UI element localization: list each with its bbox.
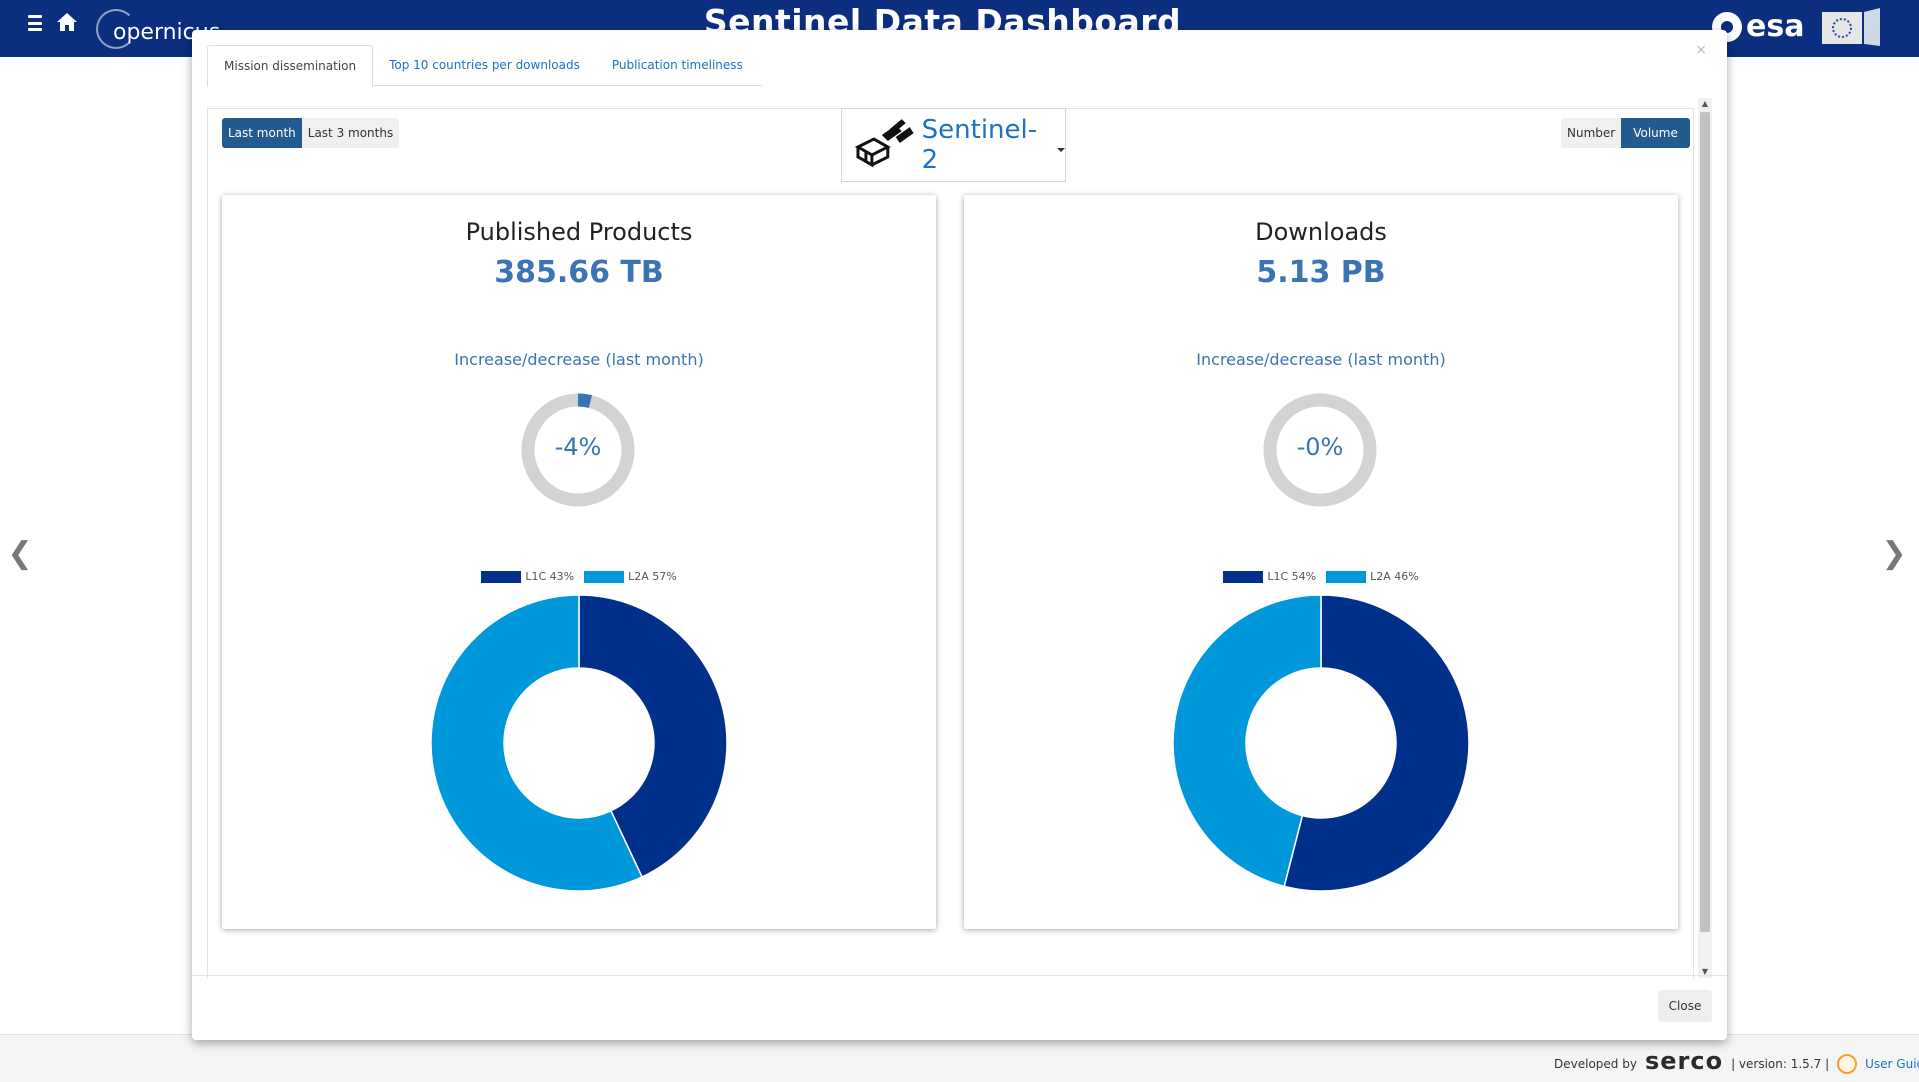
user-guide-icon[interactable] xyxy=(1837,1054,1858,1074)
chevron-down-icon xyxy=(1057,148,1065,152)
downloads-card: Downloads 5.13 PB Increase/decrease (las… xyxy=(964,195,1678,929)
last-month-button[interactable]: Last month xyxy=(222,118,302,148)
legend-item-l1c[interactable]: L1C 43% xyxy=(481,570,574,583)
change-value: -4% xyxy=(554,433,602,461)
scroll-up-icon[interactable]: ▲ xyxy=(1698,98,1712,110)
published-products-card: Published Products 385.66 TB Increase/de… xyxy=(222,195,936,929)
legend-item-l2a[interactable]: L2A 57% xyxy=(584,570,677,583)
scrollbar[interactable]: ▲ ▼ xyxy=(1698,98,1712,978)
serco-logo: serco xyxy=(1644,1047,1724,1075)
modal-footer: Close xyxy=(192,975,1727,1040)
user-guide-link[interactable]: User Guide xyxy=(1865,1057,1919,1071)
mission-name: Sentinel-2 xyxy=(921,115,1038,175)
card-value: 385.66 TB xyxy=(494,255,664,290)
downloads-donut-chart xyxy=(1173,595,1469,891)
card-title: Downloads xyxy=(1255,218,1387,246)
change-value: -0% xyxy=(1296,433,1344,461)
legend-swatch xyxy=(584,570,625,583)
tab-publication-timeliness[interactable]: Publication timeliness xyxy=(596,45,759,86)
version-label: | version: 1.5.7 | xyxy=(1731,1057,1830,1071)
chart-legend: L1C 54% L2A 46% xyxy=(964,570,1678,583)
legend-swatch xyxy=(481,570,522,583)
close-button[interactable]: Close xyxy=(1658,990,1712,1022)
last-3-months-button[interactable]: Last 3 months xyxy=(301,118,400,148)
developed-by-label: Developed by xyxy=(1554,1057,1637,1071)
card-value: 5.13 PB xyxy=(1256,255,1386,290)
eu-logo xyxy=(1822,8,1880,46)
number-button[interactable]: Number xyxy=(1561,118,1622,148)
modal-body: Last month Last 3 months Number Volume S… xyxy=(207,98,1712,978)
previous-arrow-icon[interactable]: ❮ xyxy=(7,536,32,571)
change-label: Increase/decrease (last month) xyxy=(1196,350,1446,369)
legend-item-l2a[interactable]: L2A 46% xyxy=(1326,570,1419,583)
mission-dropdown[interactable]: Sentinel-2 xyxy=(841,108,1066,182)
legend-swatch xyxy=(1223,570,1264,583)
published-products-donut-chart xyxy=(431,595,727,891)
legend-swatch xyxy=(1326,570,1367,583)
dashboard-modal: × Mission dissemination Top 10 countries… xyxy=(192,30,1727,1040)
volume-button[interactable]: Volume xyxy=(1621,118,1690,148)
page-footer: Developed by serco | version: 1.5.7 | Us… xyxy=(0,1034,1919,1082)
tab-top-10-countries[interactable]: Top 10 countries per downloads xyxy=(373,45,596,86)
next-arrow-icon[interactable]: ❯ xyxy=(1881,536,1906,571)
change-label: Increase/decrease (last month) xyxy=(454,350,704,369)
scrollbar-thumb[interactable] xyxy=(1700,112,1710,932)
close-icon[interactable]: × xyxy=(1695,42,1707,58)
metric-selector: Number Volume xyxy=(1561,118,1690,148)
chart-legend: L1C 43% L2A 57% xyxy=(222,570,936,583)
period-selector: Last month Last 3 months xyxy=(222,118,400,148)
tab-bar: Mission dissemination Top 10 countries p… xyxy=(207,45,762,87)
satellite-icon xyxy=(854,119,914,168)
tab-mission-dissemination[interactable]: Mission dissemination xyxy=(207,45,374,87)
legend-item-l1c[interactable]: L1C 54% xyxy=(1223,570,1316,583)
card-title: Published Products xyxy=(465,218,693,246)
